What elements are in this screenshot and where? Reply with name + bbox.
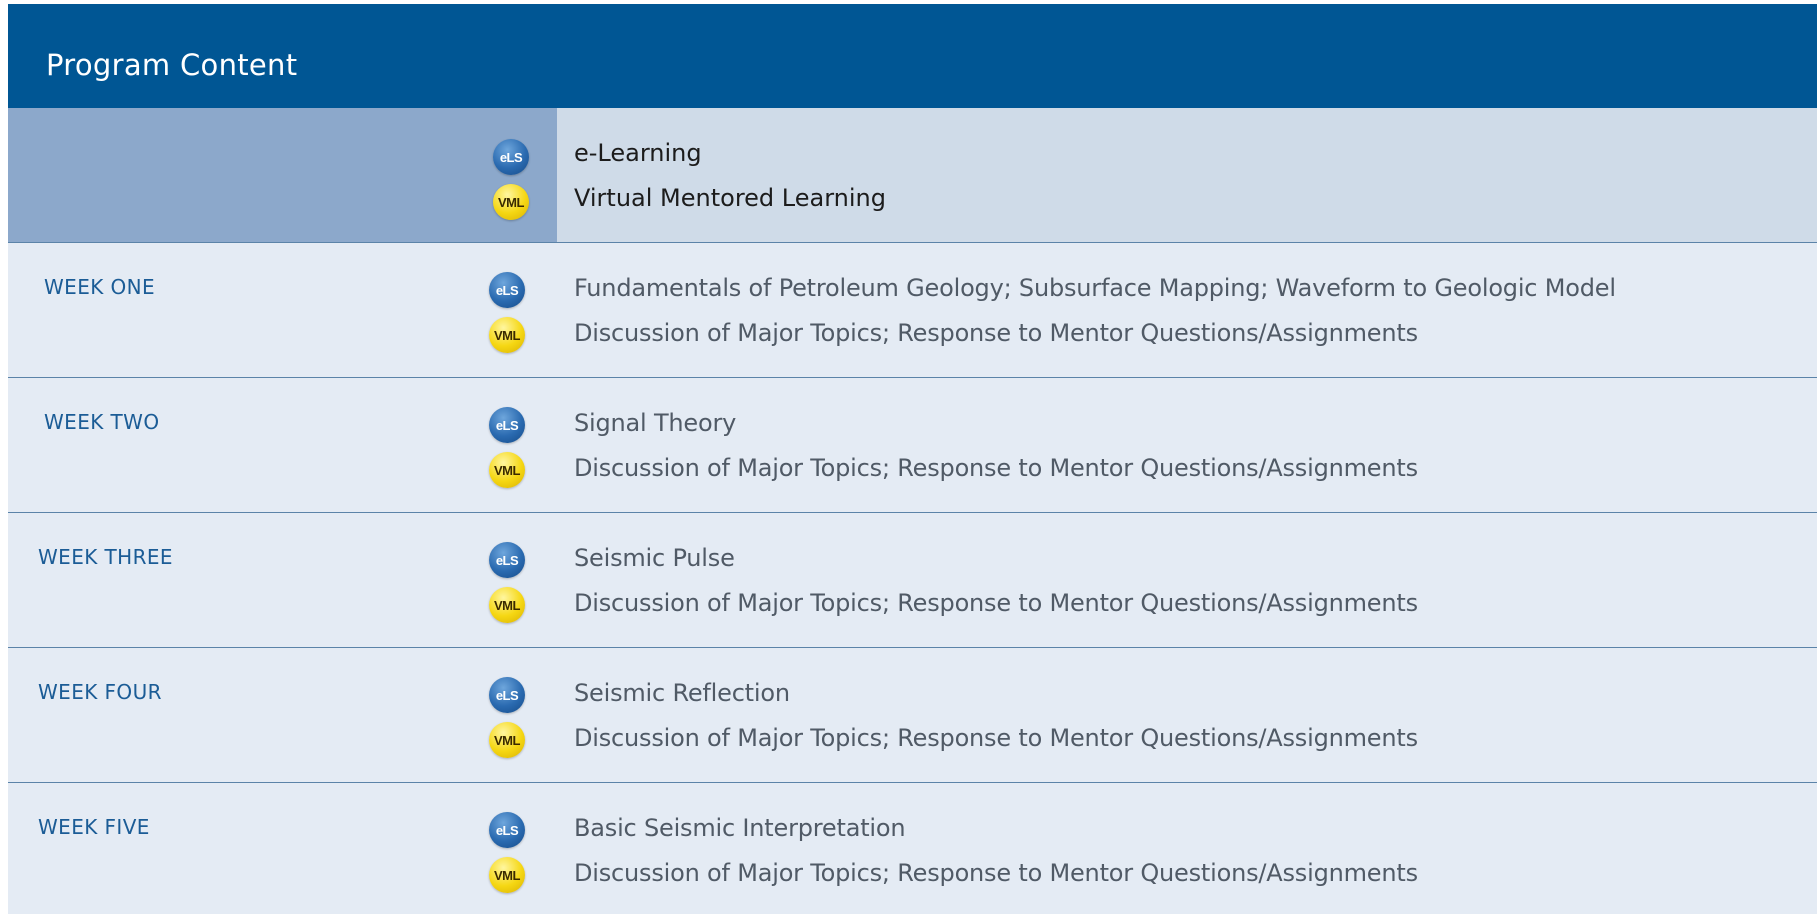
- legend-left-cell: eLS VML: [8, 108, 557, 242]
- els-icon: eLS: [489, 812, 525, 848]
- vml-content: Discussion of Major Topics; Response to …: [574, 724, 1418, 752]
- panel-header: Program Content: [8, 4, 1817, 108]
- week-label: WEEK FOUR: [38, 680, 162, 704]
- els-content: Signal Theory: [574, 409, 737, 437]
- vml-icon: VML: [493, 184, 529, 220]
- vml-icon: VML: [489, 317, 525, 353]
- vml-icon: VML: [489, 857, 525, 893]
- els-content: Fundamentals of Petroleum Geology; Subsu…: [574, 274, 1616, 302]
- program-content-panel: Program Content eLS VML e-Learning Virtu…: [8, 4, 1817, 914]
- vml-icon: VML: [489, 722, 525, 758]
- els-content: Basic Seismic Interpretation: [574, 814, 906, 842]
- legend-row: eLS VML e-Learning Virtual Mentored Lear…: [8, 108, 1817, 243]
- week-row: WEEK FOUR eLS VML Seismic Reflection Dis…: [8, 648, 1817, 783]
- vml-icon: VML: [489, 587, 525, 623]
- week-label: WEEK TWO: [44, 410, 160, 434]
- vml-content: Discussion of Major Topics; Response to …: [574, 589, 1418, 617]
- week-label: WEEK ONE: [44, 275, 156, 299]
- week-row: WEEK ONE eLS VML Fundamentals of Petrole…: [8, 243, 1817, 378]
- els-icon: eLS: [489, 677, 525, 713]
- week-row: WEEK THREE eLS VML Seismic Pulse Discuss…: [8, 513, 1817, 648]
- week-label: WEEK THREE: [38, 545, 173, 569]
- legend-vml-label: Virtual Mentored Learning: [574, 184, 886, 212]
- legend-els-label: e-Learning: [574, 139, 702, 167]
- page-title: Program Content: [46, 48, 298, 82]
- legend-right-cell: e-Learning Virtual Mentored Learning: [557, 108, 1817, 242]
- week-row: WEEK FIVE eLS VML Basic Seismic Interpre…: [8, 783, 1817, 914]
- els-content: Seismic Reflection: [574, 679, 790, 707]
- vml-content: Discussion of Major Topics; Response to …: [574, 319, 1418, 347]
- vml-content: Discussion of Major Topics; Response to …: [574, 859, 1418, 887]
- vml-icon: VML: [489, 452, 525, 488]
- week-row: WEEK TWO eLS VML Signal Theory Discussio…: [8, 378, 1817, 513]
- vml-content: Discussion of Major Topics; Response to …: [574, 454, 1418, 482]
- els-icon: eLS: [489, 272, 525, 308]
- els-icon: eLS: [493, 139, 529, 175]
- els-icon: eLS: [489, 407, 525, 443]
- week-label: WEEK FIVE: [38, 815, 150, 839]
- els-icon: eLS: [489, 542, 525, 578]
- els-content: Seismic Pulse: [574, 544, 735, 572]
